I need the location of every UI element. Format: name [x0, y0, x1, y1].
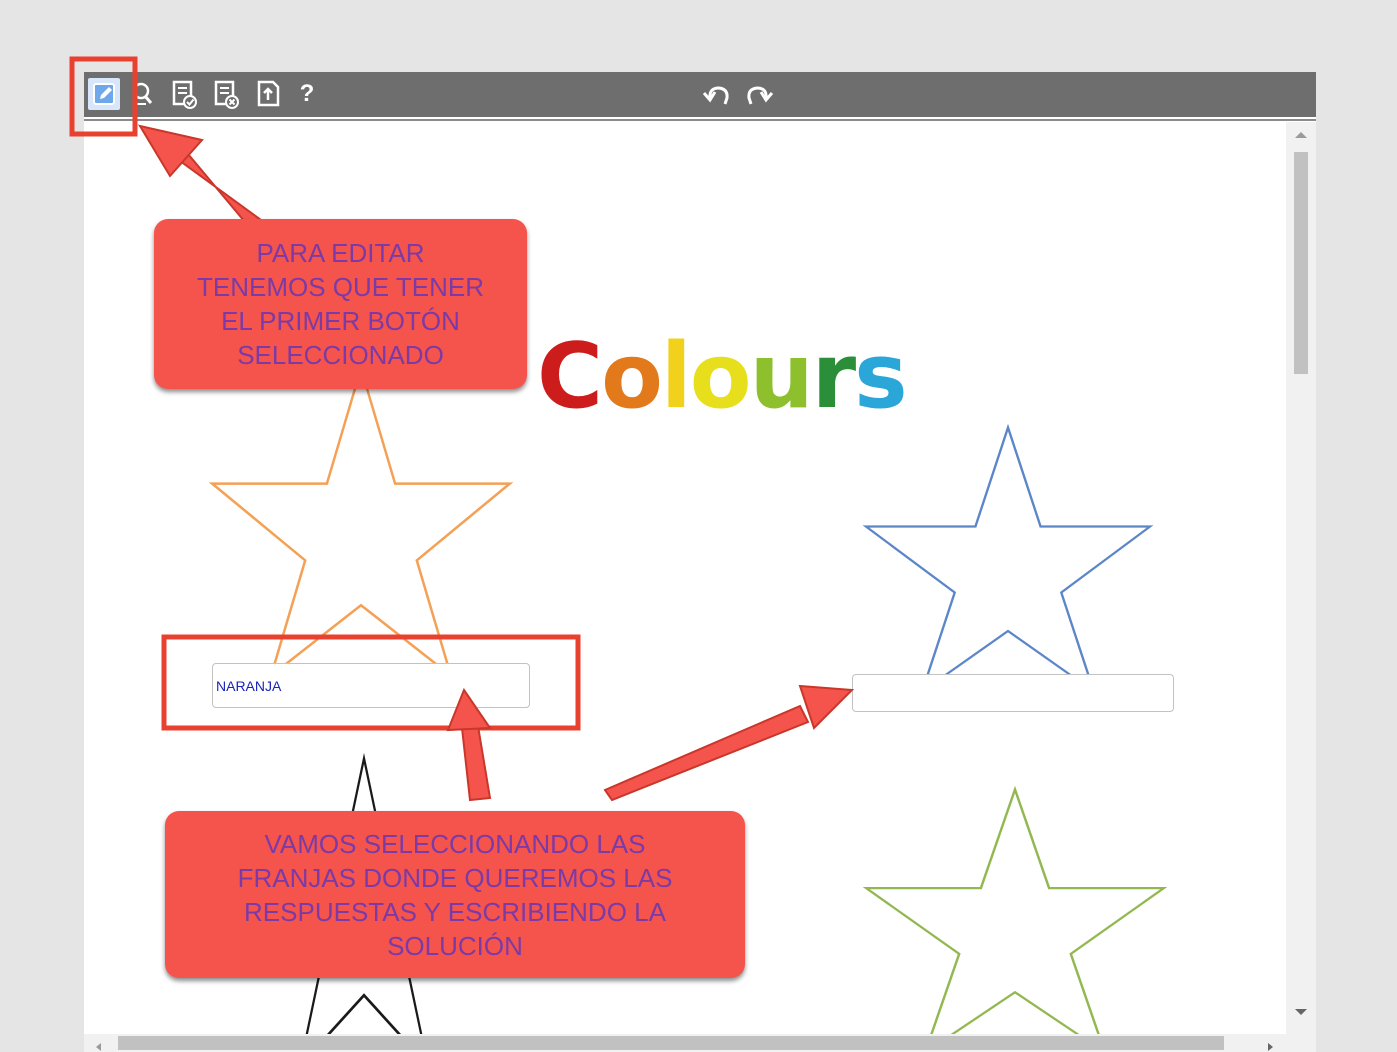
callout-line: VAMOS SELECCIONANDO LAS — [264, 828, 646, 859]
check-document-icon[interactable] — [168, 78, 200, 110]
title-letter: s — [854, 324, 908, 429]
toolbar: ? — [84, 72, 1316, 119]
answer-field-blue[interactable] — [852, 674, 1174, 712]
preview-icon[interactable] — [126, 78, 158, 110]
export-icon[interactable] — [252, 78, 284, 110]
scroll-left-icon[interactable] — [96, 1043, 101, 1051]
vertical-scrollbar[interactable] — [1286, 122, 1316, 1034]
callout-line: FRANJAS DONDE QUEREMOS LAS — [237, 862, 673, 893]
scroll-right-icon[interactable] — [1268, 1043, 1273, 1051]
horizontal-scroll-thumb[interactable] — [118, 1036, 1224, 1050]
orange-star — [206, 362, 516, 682]
horizontal-scrollbar[interactable] — [84, 1034, 1316, 1052]
title-letter: C — [537, 324, 603, 429]
callout-answer-instructions: VAMOS SELECCIONANDO LAS FRANJAS DONDE QU… — [165, 811, 745, 978]
undo-icon[interactable] — [700, 78, 734, 110]
title-letter: r — [811, 324, 856, 429]
edit-icon[interactable] — [88, 78, 120, 110]
callout-line: RESPUESTAS Y ESCRIBIENDO LA — [244, 896, 666, 927]
title-letter: o — [601, 324, 663, 429]
callout-line: TENEMOS QUE TENER — [196, 272, 484, 302]
scroll-up-icon[interactable] — [1295, 132, 1307, 138]
title-letter: l — [660, 324, 692, 429]
blue-star — [860, 422, 1156, 697]
answer-field-orange[interactable] — [212, 663, 530, 708]
vertical-scroll-thumb[interactable] — [1294, 152, 1308, 374]
title-letter: u — [749, 324, 814, 429]
toolbar-divider — [84, 119, 1316, 121]
title-letter: o — [689, 324, 752, 429]
page-title: Colours — [537, 324, 908, 429]
scroll-down-icon[interactable] — [1295, 1009, 1307, 1015]
green-star — [860, 784, 1170, 1052]
callout-line: SOLUCIÓN — [387, 930, 523, 961]
callout-line: PARA EDITAR — [256, 238, 425, 268]
callout-edit-instructions: PARA EDITAR TENEMOS QUE TENER EL PRIMER … — [154, 219, 527, 389]
callout-line: SELECCIONADO — [237, 340, 444, 370]
clear-document-icon[interactable] — [210, 78, 242, 110]
help-icon[interactable]: ? — [296, 78, 318, 110]
callout-line: EL PRIMER BOTÓN — [221, 306, 460, 336]
redo-icon[interactable] — [742, 78, 776, 110]
